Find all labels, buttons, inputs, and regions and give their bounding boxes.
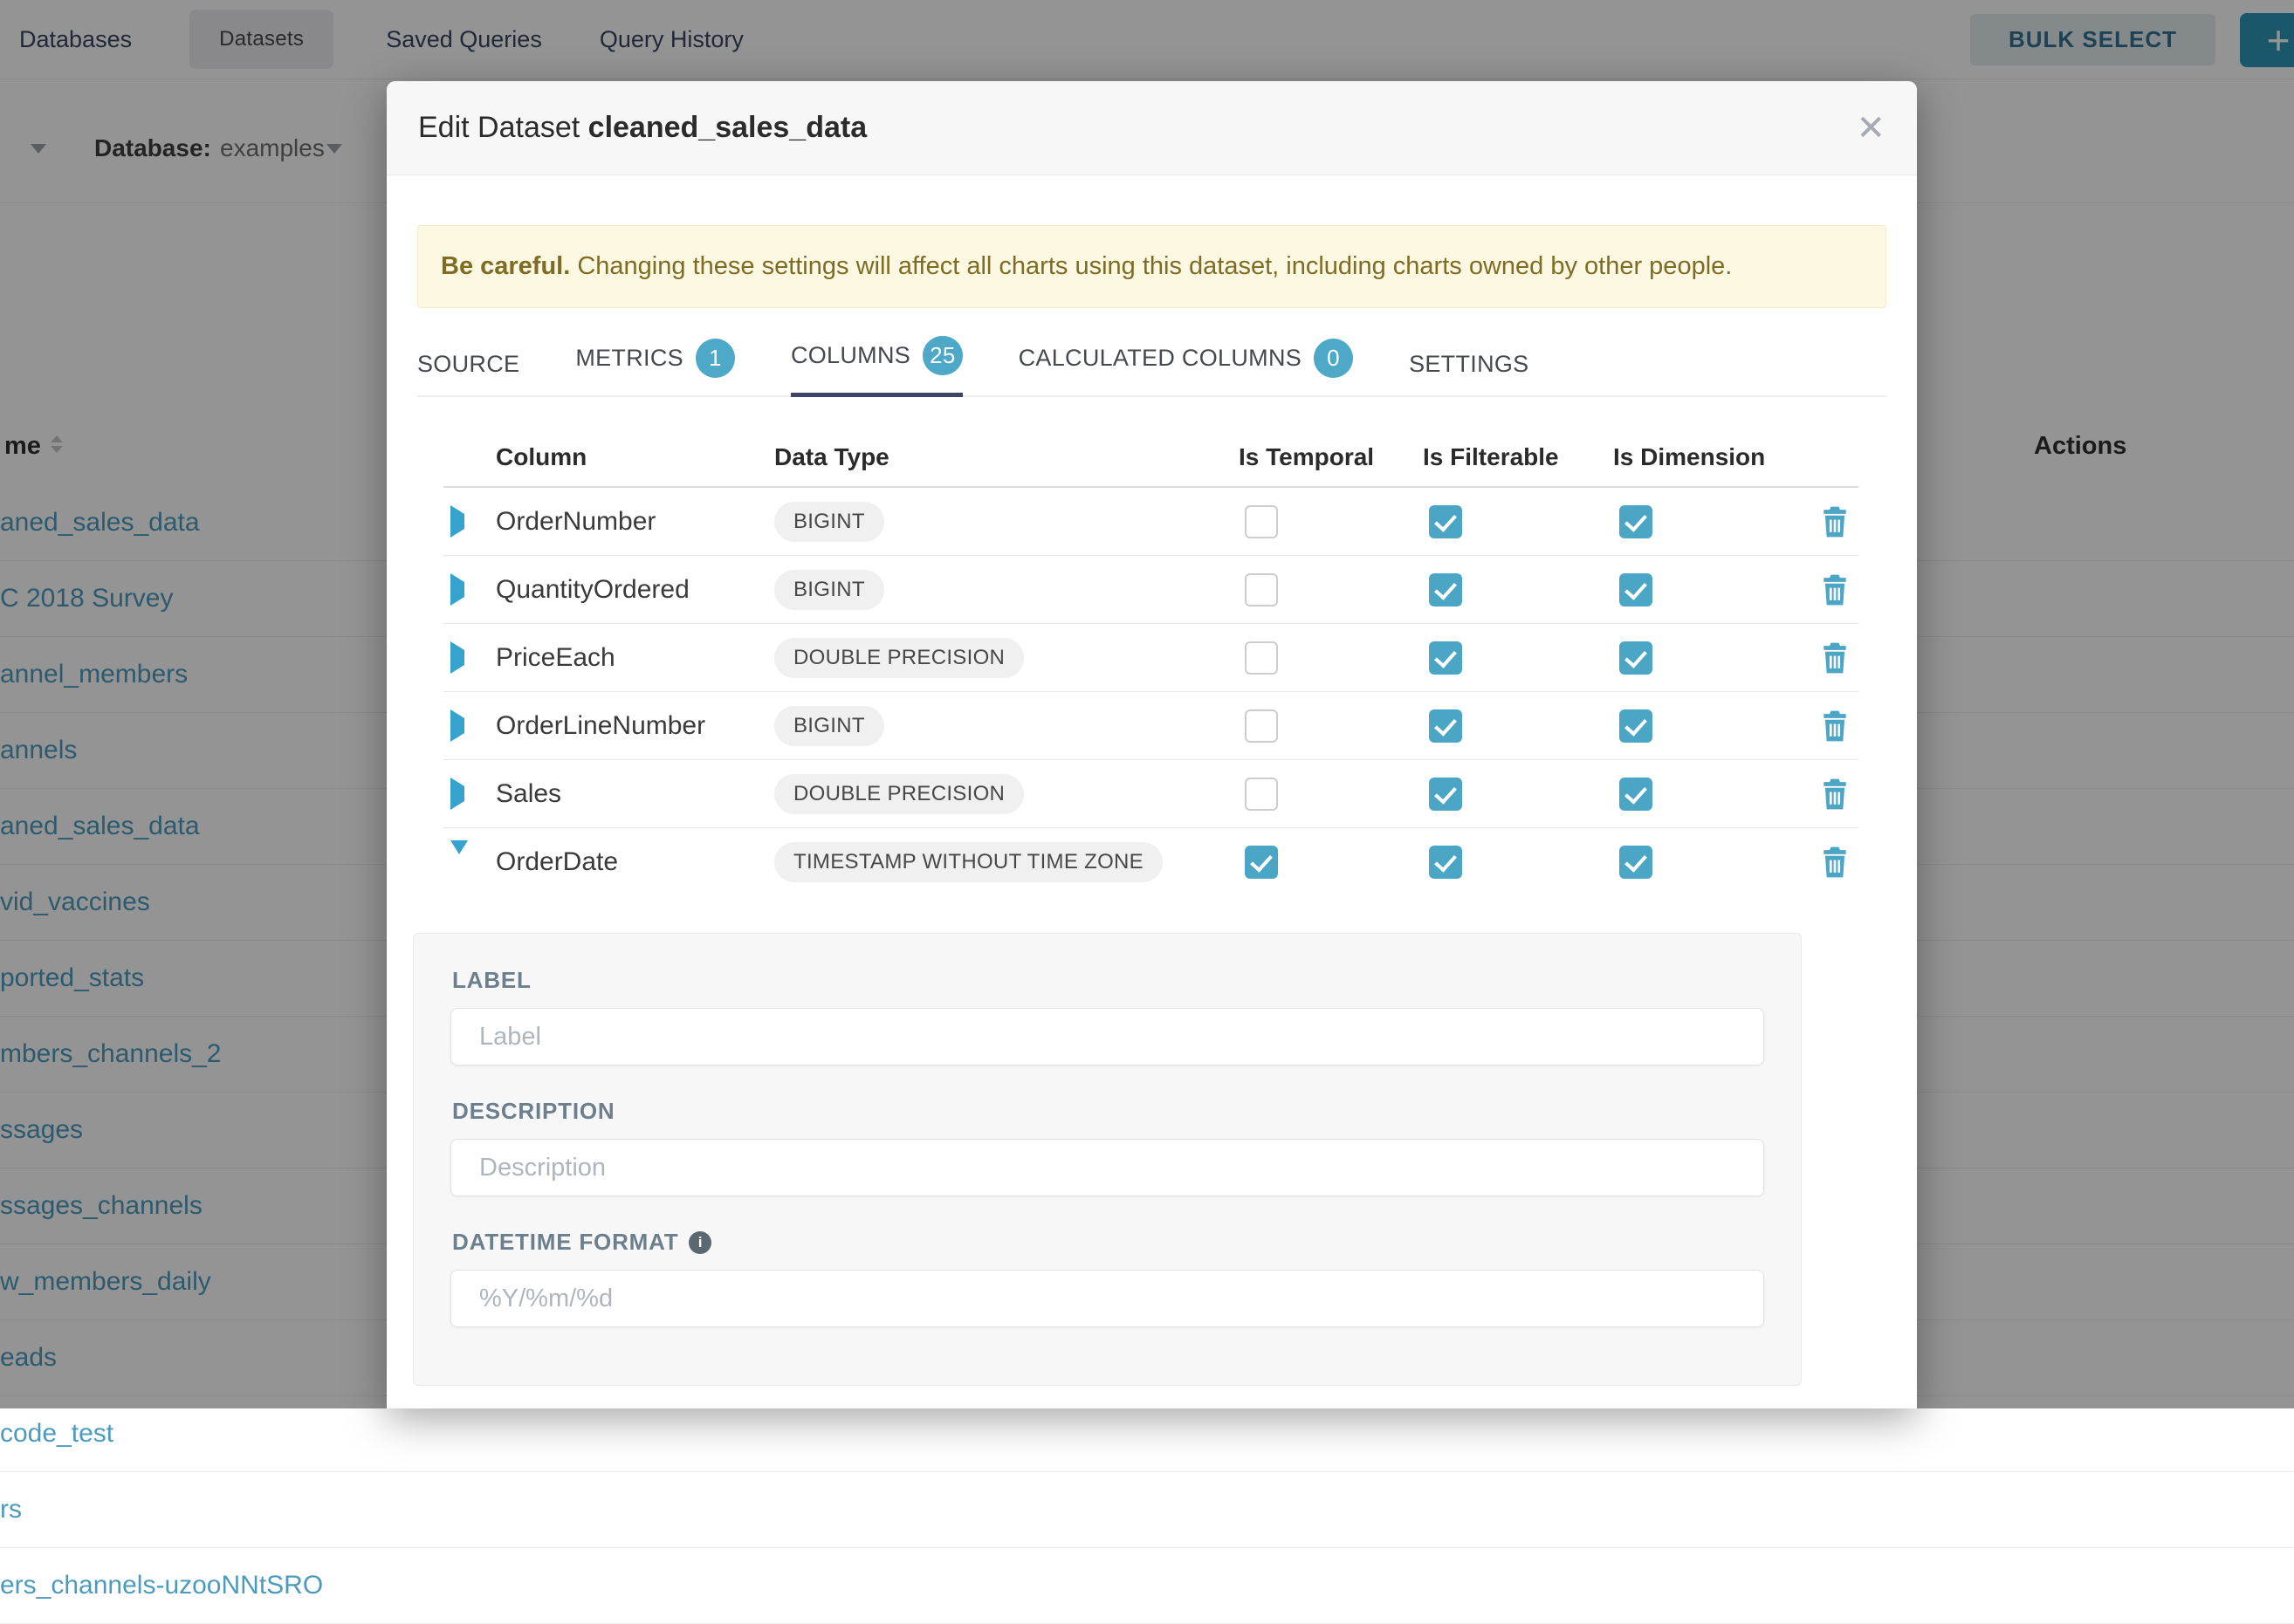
tab-settings[interactable]: SETTINGS bbox=[1409, 351, 1528, 395]
modal-dataset-name: cleaned_sales_data bbox=[588, 111, 867, 144]
tab-metrics[interactable]: METRICS 1 bbox=[575, 339, 735, 395]
is-filterable-checkbox[interactable] bbox=[1429, 709, 1462, 743]
data-type-pill: DOUBLE PRECISION bbox=[774, 638, 1024, 678]
table-row: rs bbox=[0, 1472, 2294, 1548]
label-field-label-text: LABEL bbox=[452, 967, 532, 994]
datetime-format-field: DATETIME FORMAT i bbox=[450, 1229, 1764, 1327]
is-temporal-checkbox[interactable] bbox=[1245, 573, 1278, 606]
datetime-format-label-text: DATETIME FORMAT bbox=[452, 1229, 678, 1256]
dataset-link[interactable]: rs bbox=[0, 1495, 22, 1525]
tab-label: SETTINGS bbox=[1409, 351, 1528, 378]
is-temporal-checkbox[interactable] bbox=[1245, 641, 1278, 675]
label-field-label: LABEL bbox=[452, 967, 1764, 994]
is-dimension-checkbox[interactable] bbox=[1619, 778, 1652, 811]
warning-bold: Be careful. bbox=[441, 252, 570, 280]
data-type-pill: BIGINT bbox=[774, 570, 884, 610]
datetime-format-input[interactable] bbox=[450, 1270, 1764, 1327]
is-temporal-checkbox[interactable] bbox=[1245, 846, 1278, 879]
data-type-pill: TIMESTAMP WITHOUT TIME ZONE bbox=[774, 842, 1163, 882]
expand-caret-icon[interactable] bbox=[450, 641, 464, 674]
description-field-label-text: DESCRIPTION bbox=[452, 1098, 615, 1125]
table-row: OrderNumber BIGINT bbox=[443, 488, 1858, 556]
is-filterable-checkbox[interactable] bbox=[1429, 846, 1462, 879]
modal-title-prefix: Edit Dataset bbox=[418, 111, 580, 144]
is-dimension-checkbox[interactable] bbox=[1619, 846, 1652, 879]
is-temporal-checkbox[interactable] bbox=[1245, 505, 1278, 538]
delete-icon[interactable] bbox=[1810, 641, 1858, 675]
column-detail-panel: LABEL DESCRIPTION DATETIME FORMAT i bbox=[413, 933, 1802, 1386]
is-temporal-checkbox[interactable] bbox=[1245, 778, 1278, 811]
tab-label: COLUMNS bbox=[791, 342, 910, 369]
data-type-pill: BIGINT bbox=[774, 706, 884, 746]
table-row: OrderDate TIMESTAMP WITHOUT TIME ZONE bbox=[443, 828, 1858, 896]
is-dimension-checkbox[interactable] bbox=[1619, 573, 1652, 606]
data-type-pill: BIGINT bbox=[774, 502, 884, 542]
header-is-temporal: Is Temporal bbox=[1239, 443, 1423, 471]
datetime-format-field-label: DATETIME FORMAT i bbox=[452, 1229, 1764, 1256]
header-column: Column bbox=[496, 443, 774, 471]
metrics-count-badge: 1 bbox=[696, 339, 735, 378]
warning-banner: Be careful. Changing these settings will… bbox=[417, 225, 1886, 308]
is-filterable-checkbox[interactable] bbox=[1429, 778, 1462, 811]
close-icon[interactable]: ✕ bbox=[1856, 111, 1885, 146]
expand-caret-icon[interactable] bbox=[450, 709, 464, 742]
is-filterable-checkbox[interactable] bbox=[1429, 505, 1462, 538]
collapse-caret-icon[interactable] bbox=[450, 840, 468, 869]
is-filterable-checkbox[interactable] bbox=[1429, 573, 1462, 606]
table-row: OrderLineNumber BIGINT bbox=[443, 692, 1858, 760]
dataset-link[interactable]: ers_channels-uzooNNtSRO bbox=[0, 1571, 323, 1600]
tab-calculated-columns[interactable]: CALCULATED COLUMNS 0 bbox=[1019, 339, 1353, 395]
description-field: DESCRIPTION bbox=[450, 1098, 1764, 1196]
is-dimension-checkbox[interactable] bbox=[1619, 709, 1652, 743]
modal-header: Edit Dataset cleaned_sales_data ✕ bbox=[387, 81, 1917, 175]
data-type-pill: DOUBLE PRECISION bbox=[774, 774, 1024, 814]
column-name: QuantityOrdered bbox=[496, 575, 774, 605]
header-is-filterable: Is Filterable bbox=[1423, 443, 1613, 471]
tab-label: METRICS bbox=[575, 345, 683, 372]
is-filterable-checkbox[interactable] bbox=[1429, 641, 1462, 675]
edit-dataset-modal: Edit Dataset cleaned_sales_data ✕ Be car… bbox=[387, 81, 1917, 1408]
delete-icon[interactable] bbox=[1810, 778, 1858, 811]
dataset-link[interactable]: code_test bbox=[0, 1419, 113, 1449]
modal-title: Edit Dataset cleaned_sales_data bbox=[418, 111, 867, 145]
expand-caret-icon[interactable] bbox=[450, 778, 464, 810]
delete-icon[interactable] bbox=[1810, 709, 1858, 743]
column-name: PriceEach bbox=[496, 643, 774, 673]
warning-text: Changing these settings will affect all … bbox=[570, 252, 1732, 280]
expand-caret-icon[interactable] bbox=[450, 505, 464, 538]
delete-icon[interactable] bbox=[1810, 573, 1858, 606]
calculated-columns-count-badge: 0 bbox=[1314, 339, 1353, 378]
table-row: QuantityOrdered BIGINT bbox=[443, 556, 1858, 624]
info-icon[interactable]: i bbox=[689, 1231, 711, 1254]
description-input[interactable] bbox=[450, 1139, 1764, 1196]
label-field: LABEL bbox=[450, 967, 1764, 1066]
is-dimension-checkbox[interactable] bbox=[1619, 641, 1652, 675]
expand-caret-icon[interactable] bbox=[450, 573, 464, 606]
is-temporal-checkbox[interactable] bbox=[1245, 709, 1278, 743]
column-name: Sales bbox=[496, 779, 774, 809]
tab-columns[interactable]: COLUMNS 25 bbox=[791, 336, 963, 397]
columns-count-badge: 25 bbox=[923, 336, 963, 375]
header-is-dimension: Is Dimension bbox=[1613, 443, 1810, 471]
tab-label: SOURCE bbox=[417, 351, 519, 378]
column-name: OrderDate bbox=[496, 847, 774, 877]
columns-table-header: Column Data Type Is Temporal Is Filterab… bbox=[443, 428, 1858, 488]
column-name: OrderNumber bbox=[496, 507, 774, 537]
modal-tabs: SOURCE METRICS 1 COLUMNS 25 CALCULATED C… bbox=[417, 336, 1886, 397]
table-row: Sales DOUBLE PRECISION bbox=[443, 760, 1858, 828]
header-data-type: Data Type bbox=[774, 443, 1239, 471]
delete-icon[interactable] bbox=[1810, 846, 1858, 879]
label-input[interactable] bbox=[450, 1008, 1764, 1066]
description-field-label: DESCRIPTION bbox=[452, 1098, 1764, 1125]
table-row: ers_channels-uzooNNtSRO bbox=[0, 1548, 2294, 1624]
is-dimension-checkbox[interactable] bbox=[1619, 505, 1652, 538]
delete-icon[interactable] bbox=[1810, 505, 1858, 538]
modal-body: Be careful. Changing these settings will… bbox=[387, 225, 1917, 1386]
column-name: OrderLineNumber bbox=[496, 711, 774, 741]
columns-table: Column Data Type Is Temporal Is Filterab… bbox=[443, 428, 1858, 896]
tab-label: CALCULATED COLUMNS bbox=[1019, 345, 1302, 372]
tab-source[interactable]: SOURCE bbox=[417, 351, 519, 395]
table-row: PriceEach DOUBLE PRECISION bbox=[443, 624, 1858, 692]
